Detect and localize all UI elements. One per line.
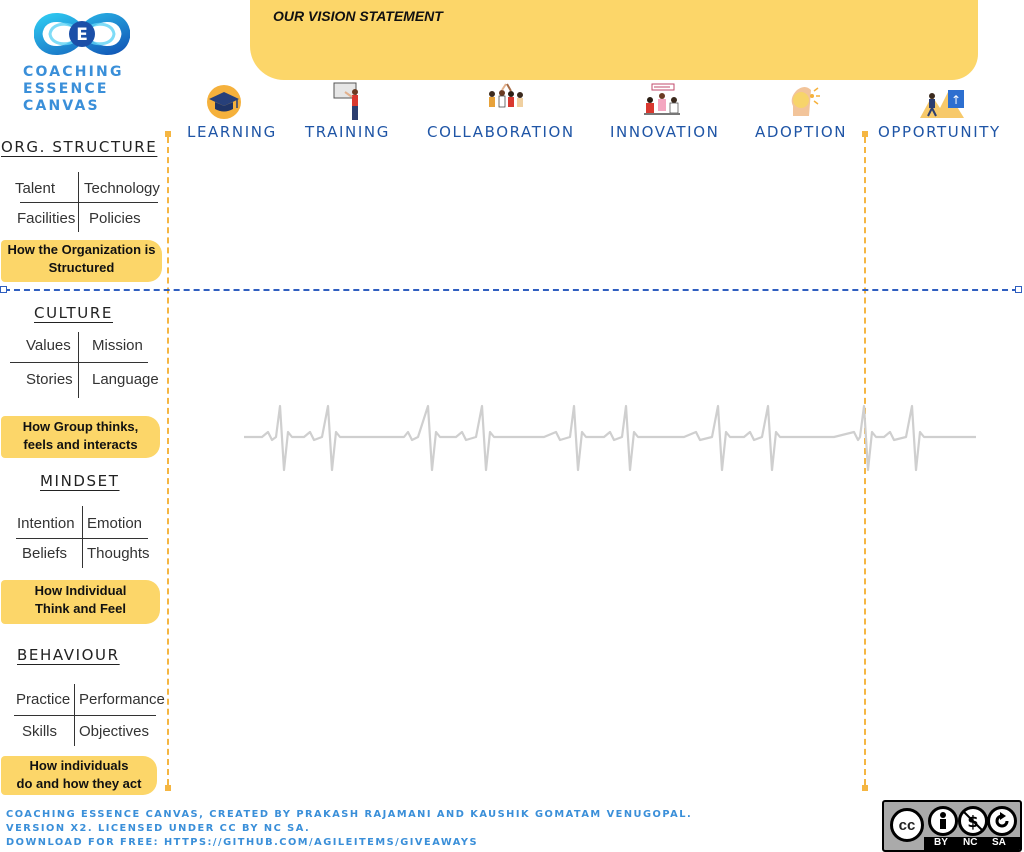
logo-line-3: CANVAS xyxy=(23,98,100,114)
note-line: Think and Feel xyxy=(34,601,126,616)
cell-facilities: Facilities xyxy=(17,210,76,227)
cell-intention: Intention xyxy=(17,515,75,532)
cell-performance: Performance xyxy=(79,691,165,708)
divider-handle[interactable] xyxy=(0,286,7,293)
cc-mark: cc xyxy=(898,817,916,834)
logo-line-2: ESSENCE xyxy=(23,81,109,97)
svg-text:E: E xyxy=(76,25,88,45)
cell-values: Values xyxy=(26,337,71,354)
cc-license-badge[interactable]: cc $ BY NC SA xyxy=(882,800,1022,852)
non-commercial-icon: $ xyxy=(958,806,988,836)
left-column-divider xyxy=(167,137,169,785)
section-divider xyxy=(4,289,1018,291)
behaviour-title: BEHAVIOUR xyxy=(17,646,120,664)
cell-practice: Practice xyxy=(16,691,71,708)
phase-training[interactable]: TRAINING xyxy=(305,123,390,141)
team-high-five-icon xyxy=(484,82,528,122)
divider-handle[interactable] xyxy=(1015,286,1022,293)
cell-skills: Skills xyxy=(22,723,58,740)
footer-credits: COACHING ESSENCE CANVAS, CREATED BY PRAK… xyxy=(6,809,693,820)
lightbulb-head-icon xyxy=(785,82,825,122)
cell-policies: Policies xyxy=(89,210,141,227)
grid-line xyxy=(16,538,148,539)
grid-line xyxy=(82,506,83,568)
mindset-note: How Individual Think and Feel xyxy=(1,580,160,624)
license-terms-bar: BY NC SA xyxy=(924,837,1020,850)
note-line: feels and interacts xyxy=(23,437,138,452)
cell-emotion: Emotion xyxy=(87,515,143,532)
org-structure-title: ORG. STRUCTURE xyxy=(1,138,158,156)
culture-note: How Group thinks, feels and interacts xyxy=(1,416,160,458)
cell-beliefs: Beliefs xyxy=(22,545,68,562)
cell-thoughts: Thoughts xyxy=(87,545,150,562)
presenter-icon xyxy=(331,82,371,122)
note-line: Structured xyxy=(48,260,115,275)
phase-opportunity[interactable]: OPPORTUNITY xyxy=(878,123,1001,141)
note-line: do and how they act xyxy=(16,776,142,791)
cell-talent: Talent xyxy=(15,180,56,197)
guide-handle[interactable] xyxy=(862,785,868,791)
grid-line xyxy=(20,202,158,203)
cell-objectives: Objectives xyxy=(79,723,150,740)
phase-learning[interactable]: LEARNING xyxy=(187,123,277,141)
logo-line-1: COACHING xyxy=(23,64,124,80)
attribution-icon xyxy=(928,806,958,836)
grid-line xyxy=(78,332,79,398)
climbing-goal-icon: ↑ xyxy=(918,82,968,122)
note-line: How individuals xyxy=(29,758,129,773)
guide-handle[interactable] xyxy=(165,785,171,791)
phase-innovation[interactable]: INNOVATION xyxy=(610,123,719,141)
footer-download-link[interactable]: DOWNLOAD FOR FREE: HTTPS://GITHUB.COM/AG… xyxy=(6,837,478,848)
cell-technology: Technology xyxy=(84,180,160,197)
org-structure-note: How the Organization is Structured xyxy=(1,240,162,282)
grid-line xyxy=(10,362,148,363)
svg-text:↑: ↑ xyxy=(951,93,961,107)
badge-nc: NC xyxy=(963,837,978,848)
badge-by: BY xyxy=(934,837,948,848)
mindset-title: MINDSET xyxy=(40,472,120,490)
cc-icon: cc xyxy=(890,808,924,842)
phase-adoption[interactable]: ADOPTION xyxy=(755,123,847,141)
brainstorm-team-icon xyxy=(640,82,684,122)
cell-stories: Stories xyxy=(26,371,73,388)
note-line: How Group thinks, xyxy=(22,419,139,434)
badge-sa: SA xyxy=(992,837,1006,848)
logo-text: COACHING ESSENCE CANVAS xyxy=(23,64,163,115)
cell-mission: Mission xyxy=(92,337,143,354)
heartbeat-line xyxy=(244,402,976,474)
footer-license: VERSION X2. LICENSED UNDER CC BY NC SA. xyxy=(6,823,311,834)
vision-title: OUR VISION STATEMENT xyxy=(273,8,443,24)
logo-icon: E xyxy=(33,8,131,60)
note-line: How the Organization is xyxy=(7,242,156,257)
behaviour-note: How individuals do and how they act xyxy=(1,756,157,795)
culture-title: CULTURE xyxy=(34,304,113,322)
graduation-cap-icon xyxy=(204,82,244,122)
note-line: How Individual xyxy=(34,583,127,598)
share-alike-icon xyxy=(987,806,1017,836)
grid-line xyxy=(14,715,156,716)
cell-language: Language xyxy=(92,371,159,388)
phase-collaboration[interactable]: COLLABORATION xyxy=(427,123,575,141)
